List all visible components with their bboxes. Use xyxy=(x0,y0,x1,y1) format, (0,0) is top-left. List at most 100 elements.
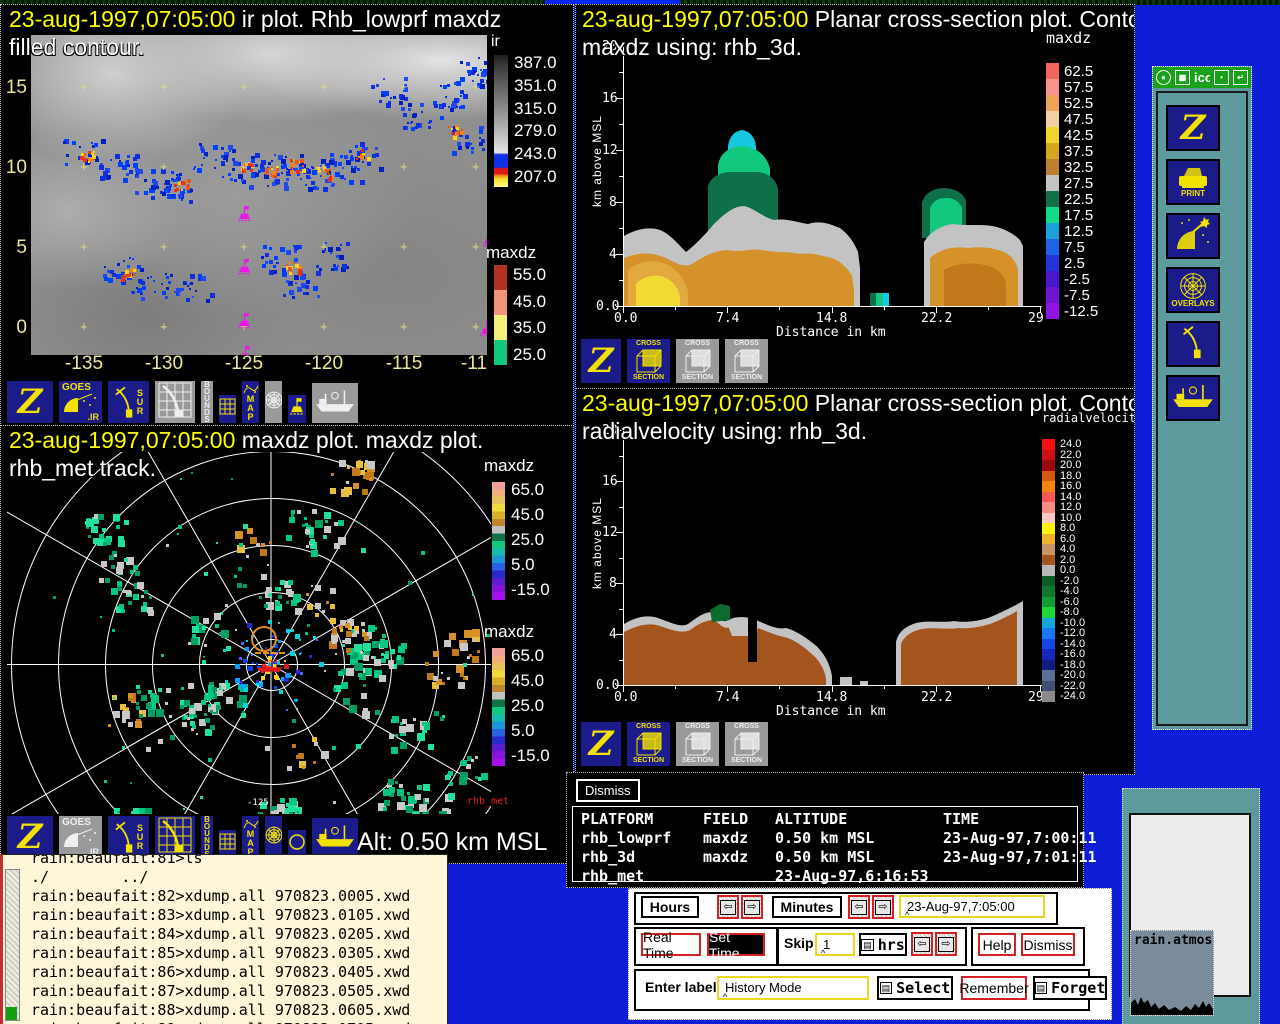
toolbar-button-zebra[interactable]: Z xyxy=(579,337,623,385)
ir-echo-pixel xyxy=(273,265,276,268)
radar-echo-pixel xyxy=(312,509,317,514)
time-dismiss-button[interactable]: Dismiss xyxy=(1021,933,1075,956)
ir-echo-pixel xyxy=(300,178,302,180)
colorbar-swatch xyxy=(1042,681,1055,692)
toolbar-button-map[interactable]: MAP xyxy=(240,379,261,425)
window-iconify-icon[interactable]: ▩ xyxy=(1175,70,1190,85)
dialog-dismiss-button[interactable]: Dismiss xyxy=(576,779,640,802)
radar-echo-pixel xyxy=(363,684,366,687)
radar-echo-pixel xyxy=(352,468,360,476)
help-button[interactable]: Help xyxy=(978,933,1016,956)
ir-echo-pixel xyxy=(123,178,128,183)
ir-echo-pixel xyxy=(477,74,479,76)
toolbar-button-zebra[interactable]: Z xyxy=(5,379,55,425)
forget-menu-button[interactable]: ▤Forget xyxy=(1033,976,1107,1000)
remember-button[interactable]: Remember xyxy=(961,976,1027,1000)
window-zoom-icon[interactable]: • xyxy=(1214,70,1229,85)
altitude-label: Alt: 0.50 km MSL xyxy=(357,828,547,857)
icon-button-print[interactable]: PRINT xyxy=(1166,159,1220,205)
icon-button-overlays[interactable]: OVERLAYS xyxy=(1166,267,1220,313)
axis-tick xyxy=(1040,306,1041,313)
hours-button[interactable]: Hours xyxy=(641,896,699,918)
skip-field[interactable]: 1^ xyxy=(815,933,855,956)
ir-echo-pixel xyxy=(471,151,474,154)
radar-echo-pixel xyxy=(319,662,324,667)
window-close-icon[interactable]: ↵ xyxy=(1233,70,1248,85)
colorbar-swatch xyxy=(1046,207,1059,223)
hrs-menu-button[interactable]: ▤hrs xyxy=(859,933,907,956)
label-field[interactable]: History Mode^ xyxy=(717,976,869,1000)
radar-echo-pixel xyxy=(286,629,290,633)
colorbar-swatch xyxy=(1042,607,1055,618)
toolbar-button-cross-section[interactable]: CROSSSECTION xyxy=(723,337,770,385)
ppi-display[interactable] xyxy=(7,452,491,814)
icon-button-shipbig[interactable] xyxy=(1166,375,1220,421)
colorbar-swatch xyxy=(1046,95,1059,111)
terminal-line: rain:beaufait:87>xdump.all 970823.0505.x… xyxy=(31,982,410,1001)
radar-echo-pixel xyxy=(415,794,421,800)
hours-back-button[interactable]: ⇦ xyxy=(717,895,739,919)
window-menu-icon[interactable]: ● xyxy=(1156,70,1171,85)
toolbar-button-cross-section[interactable]: CROSSSECTION xyxy=(674,720,721,768)
xs2-contour-plot[interactable] xyxy=(624,430,1041,685)
toolbar-button-cross-section[interactable]: CROSSSECTION xyxy=(723,720,770,768)
ir-echo-pixel xyxy=(88,161,90,163)
radar-echo-pixel xyxy=(305,632,308,635)
real-time-button[interactable]: Real Time xyxy=(641,933,701,956)
ir-echo-pixel xyxy=(360,180,365,185)
xs1-contour-plot[interactable] xyxy=(624,46,1041,306)
time-field[interactable]: 23-Aug-97,7:05:00^ xyxy=(899,895,1045,918)
terminal-window[interactable]: rain:beaufait:81>ls./ ../rain:beaufait:8… xyxy=(0,854,448,1024)
ir-echo-pixel xyxy=(379,167,384,172)
ir-echo-pixel xyxy=(376,84,379,87)
toolbar-button-zebra[interactable]: Z xyxy=(579,720,623,768)
radar-echo-pixel xyxy=(260,549,267,556)
satellite-image[interactable]: ++++++++++++++++++++++++ xyxy=(31,35,487,355)
skip-forward-button[interactable]: ⇨ xyxy=(935,932,957,956)
toolbar-button-buoy[interactable] xyxy=(286,393,308,425)
icon-button-dish[interactable] xyxy=(1166,213,1220,259)
toolbar-button-ship[interactable] xyxy=(310,381,360,425)
select-menu-button[interactable]: ▤Select xyxy=(877,976,953,1000)
colorbar-value: 5.0 xyxy=(511,555,550,575)
ir-echo-pixel xyxy=(302,165,304,167)
terminal-scrollbar[interactable] xyxy=(5,869,20,1021)
skip-back-button[interactable]: ⇦ xyxy=(911,932,933,956)
radar-echo-pixel xyxy=(158,739,163,744)
toolbar-button-sur[interactable]: SUR xyxy=(106,379,151,425)
toolbar-button-gridsm[interactable] xyxy=(217,393,238,425)
toolbar-button-gridant[interactable] xyxy=(153,379,197,425)
radar-echo-pixel xyxy=(463,663,467,667)
ir-echo-pixel xyxy=(206,299,210,303)
ir-echo-pixel xyxy=(241,179,244,182)
ir-echo-pixel xyxy=(104,277,108,281)
ir-xtick: -115 xyxy=(386,353,423,375)
minutes-button[interactable]: Minutes xyxy=(772,896,842,918)
terminal-text: rain:beaufait:81>ls./ ../rain:beaufait:8… xyxy=(31,854,410,1024)
ir-echo-pixel xyxy=(451,128,453,130)
ir-echo-pixel xyxy=(271,160,273,162)
radar-echo-pixel xyxy=(152,703,156,707)
icon-window-titlebar[interactable]: ● ▩ icon • ↵ xyxy=(1153,67,1251,88)
minutes-back-button[interactable]: ⇦ xyxy=(848,895,870,919)
hours-forward-button[interactable]: ⇨ xyxy=(741,895,763,919)
toolbar-button-goes[interactable]: GOES.IR xyxy=(57,379,104,425)
ir-echo-pixel xyxy=(126,173,129,176)
skip-label: Skip xyxy=(784,935,814,951)
radar-echo-pixel xyxy=(146,747,151,752)
toolbar-button-cross-section[interactable]: CROSSSECTION xyxy=(674,337,721,385)
set-time-button[interactable]: Set Time xyxy=(707,933,765,956)
toolbar-button-cross-section[interactable]: CROSSSECTION xyxy=(625,720,672,768)
ir-echo-pixel xyxy=(284,186,289,191)
radar-echo-pixel xyxy=(339,625,343,629)
icon-button-antenna[interactable] xyxy=(1166,321,1220,367)
toolbar-button-web[interactable] xyxy=(263,379,284,425)
minutes-forward-button[interactable]: ⇨ xyxy=(872,895,894,919)
ir-maxdz-colorbar-label: maxdz xyxy=(486,243,536,263)
axis-tick xyxy=(619,660,623,661)
ir-echo-pixel xyxy=(150,276,152,278)
rain-atmos-window[interactable]: rain.atmos. xyxy=(1130,930,1214,1016)
icon-button-zebra[interactable]: Z xyxy=(1166,105,1220,151)
toolbar-button-cross-section[interactable]: CROSSSECTION xyxy=(625,337,672,385)
toolbar-button-bounds[interactable]: BOUNDS xyxy=(199,379,215,425)
